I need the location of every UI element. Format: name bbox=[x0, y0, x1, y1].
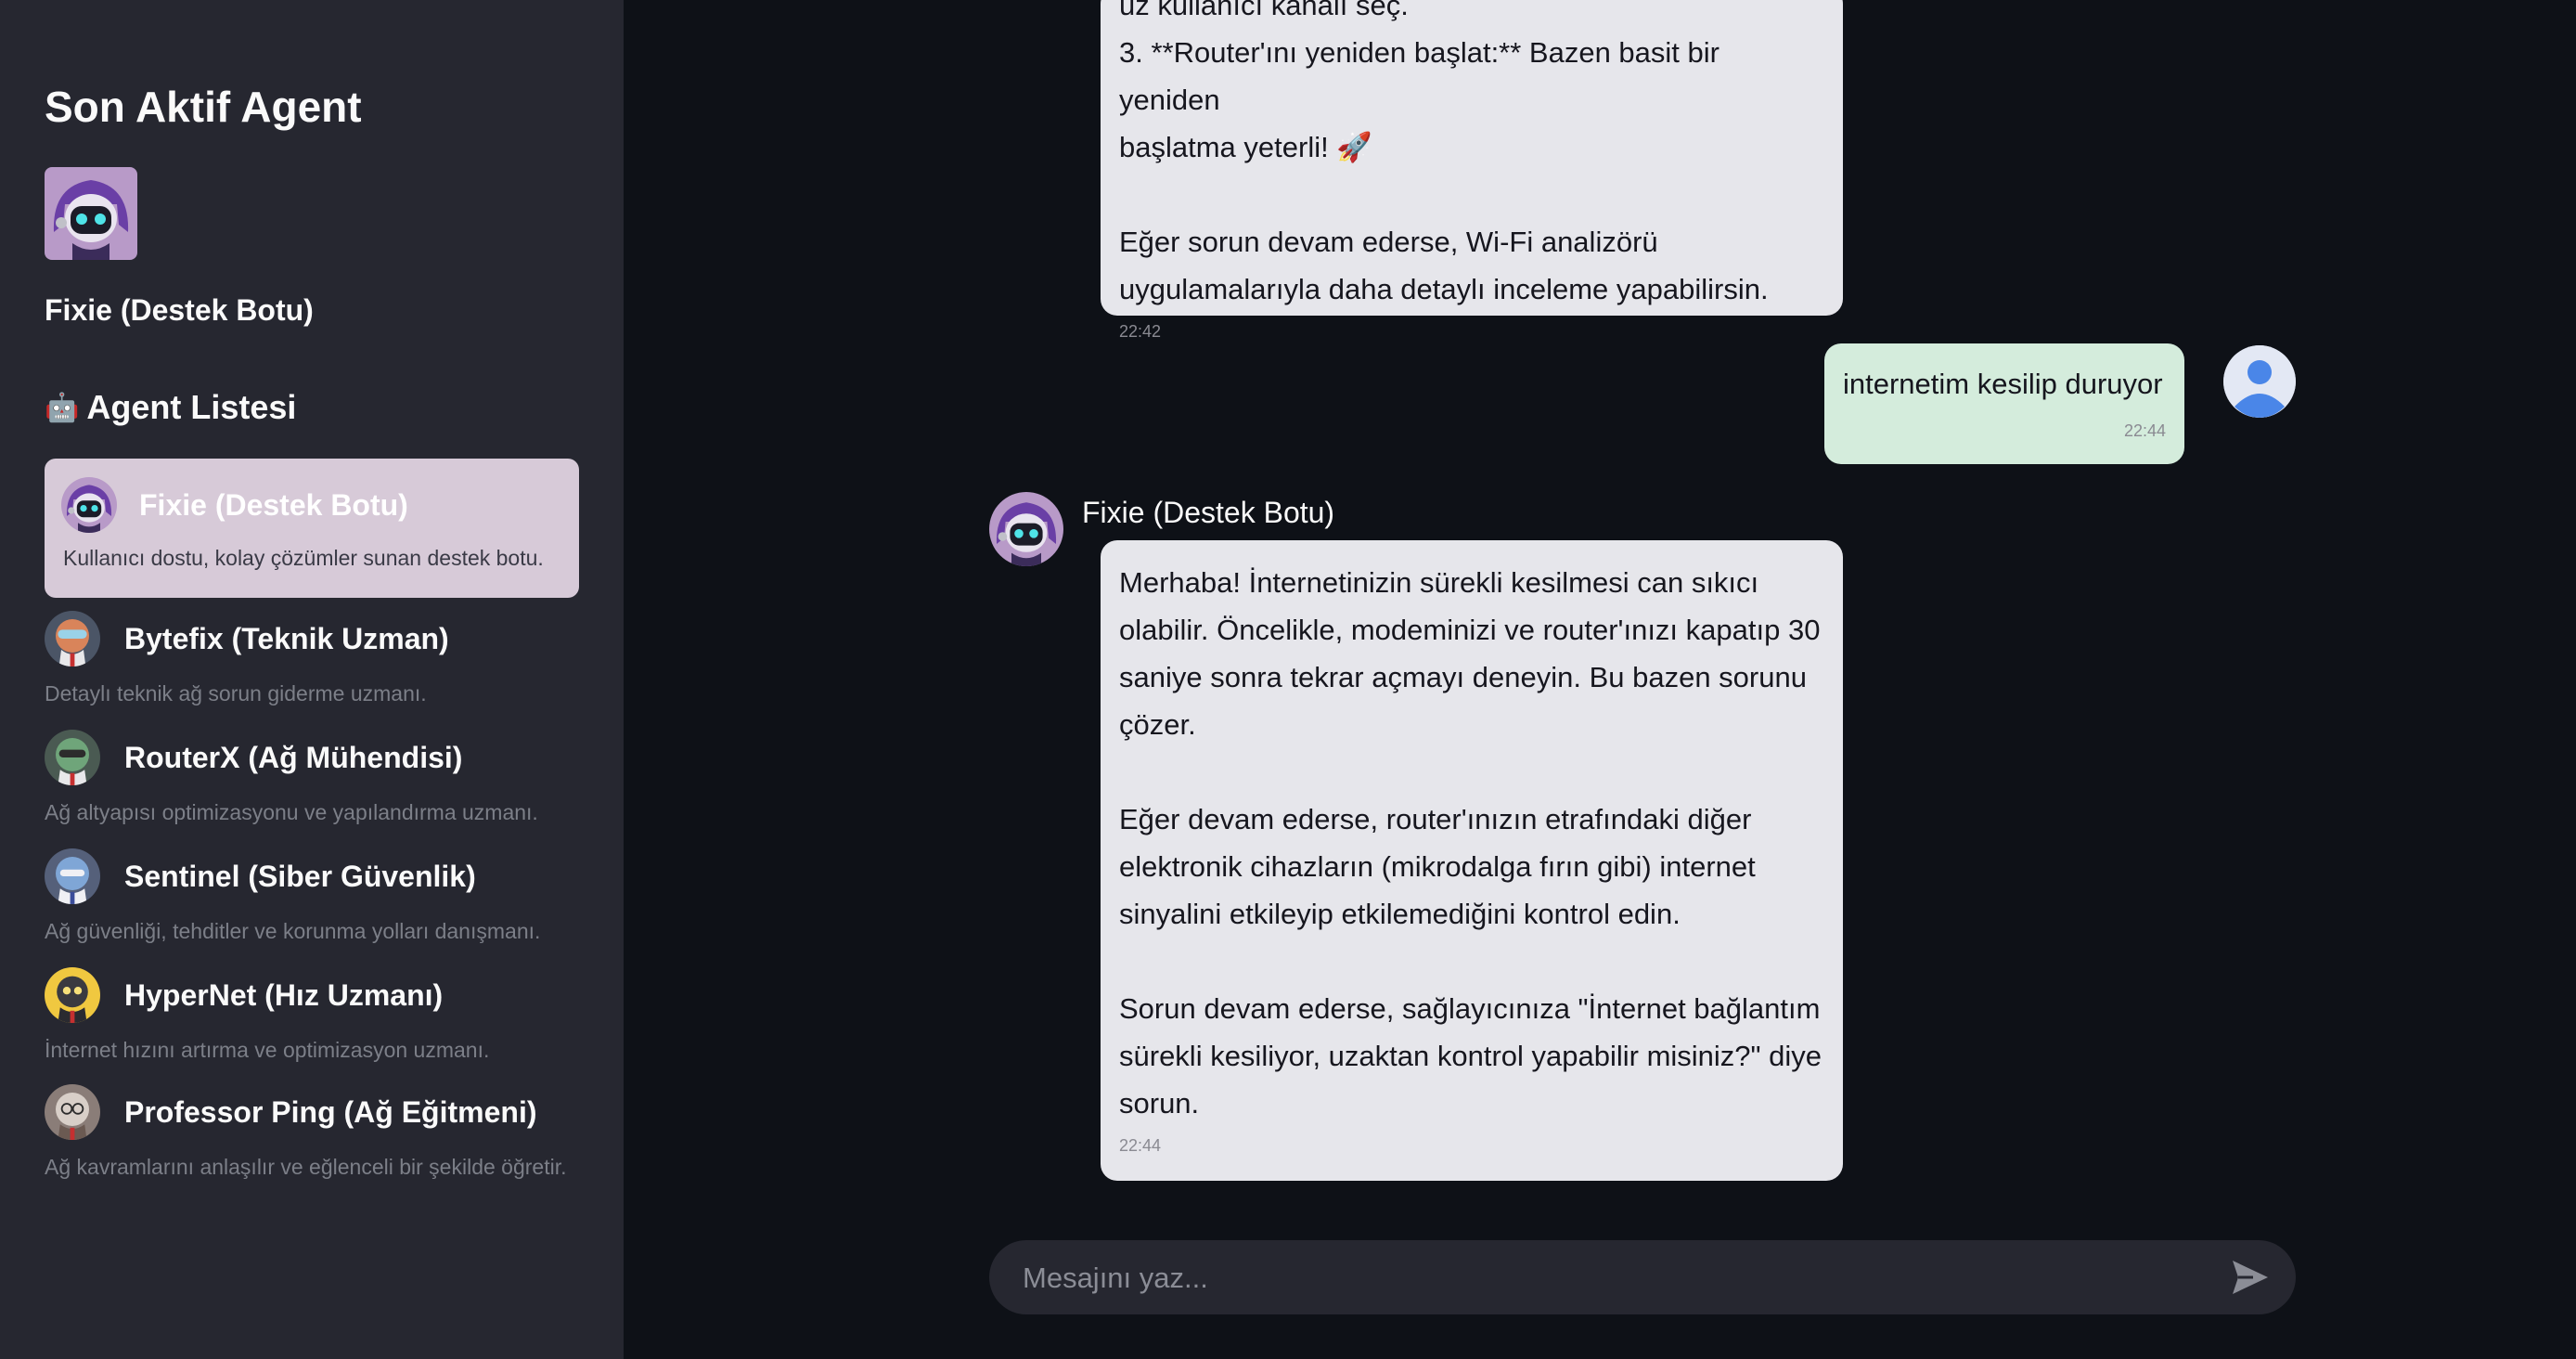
user-message: internetim kesilip duruyor 22:44 bbox=[1824, 343, 2184, 464]
message-input[interactable] bbox=[1021, 1253, 2194, 1303]
message-line: Eğer sorun devam ederse, Wi-Fi analizörü bbox=[1119, 226, 1658, 258]
active-agent-name: Fixie (Destek Botu) bbox=[45, 293, 314, 327]
message-line: başlatma yeterli! 🚀 bbox=[1119, 131, 1372, 163]
bytefix-avatar-icon bbox=[45, 611, 100, 667]
send-icon[interactable] bbox=[2231, 1259, 2270, 1296]
agent-list-title-text: Agent Listesi bbox=[86, 388, 297, 426]
message-line: çözer. bbox=[1119, 708, 1196, 741]
sentinel-avatar-icon bbox=[45, 848, 100, 904]
message-line: Merhaba! İnternetinizin sürekli kesilmes… bbox=[1119, 566, 1759, 599]
hypernet-avatar-icon bbox=[45, 967, 100, 1023]
message-line: elektronik cihazların (mikrodalga fırın … bbox=[1119, 850, 1756, 883]
user-message-text: internetim kesilip duruyor bbox=[1843, 368, 2163, 400]
chat-input-bar bbox=[989, 1240, 2296, 1314]
agent-desc: Kullanıcı dostu, kolay çözümler sunan de… bbox=[63, 546, 544, 570]
bot-message: Merhaba! İnternetinizin sürekli kesilmes… bbox=[1101, 540, 1843, 1181]
message-line: uygulamalarıyla daha detaylı inceleme ya… bbox=[1119, 273, 1769, 305]
sidebar: Son Aktif Agent Fixie (Destek Botu) 🤖 Ag… bbox=[0, 0, 624, 1359]
message-line: sürekli kesiliyor, uzaktan kontrol yapab… bbox=[1119, 1040, 1823, 1072]
agent-desc: Detaylı teknik ağ sorun giderme uzmanı. bbox=[45, 681, 427, 705]
message-line: 3. **Router'ını yeniden başlat:** Bazen … bbox=[1119, 36, 1719, 116]
agent-item-fixie[interactable]: Fixie (Destek Botu) Kullanıcı dostu, kol… bbox=[45, 459, 579, 598]
agent-name: Fixie (Destek Botu) bbox=[139, 487, 408, 522]
professor-ping-avatar-icon bbox=[45, 1084, 100, 1140]
agent-desc: Ağ altyapısı optimizasyonu ve yapılandır… bbox=[45, 800, 538, 824]
bot-avatar-icon bbox=[989, 492, 1063, 566]
active-agent-avatar bbox=[45, 167, 137, 260]
message-line: sinyalini etkileyip etkilemediğini kontr… bbox=[1119, 898, 1681, 930]
message-line: Sorun devam ederse, sağlayıcınıza "İnter… bbox=[1119, 992, 1821, 1025]
fixie-avatar-icon bbox=[61, 477, 117, 533]
agent-desc: Ağ güvenliği, tehditler ve korunma yolla… bbox=[45, 919, 541, 943]
message-line: saniye sonra tekrar açmayı deneyin. Bu b… bbox=[1119, 661, 1807, 693]
agent-name: RouterX (Ağ Mühendisi) bbox=[124, 740, 463, 774]
message-time: 22:44 bbox=[1119, 1136, 1162, 1155]
message-time: 22:42 bbox=[1119, 322, 1162, 341]
agent-desc: İnternet hızını artırma ve optimizasyon … bbox=[45, 1038, 490, 1062]
message-time: 22:44 bbox=[2123, 421, 2166, 440]
message-line: sorun. bbox=[1119, 1087, 1200, 1120]
message-line: olabilir. Öncelikle, modeminizi ve route… bbox=[1119, 614, 1821, 646]
sidebar-title: Son Aktif Agent bbox=[45, 83, 362, 131]
agent-name: Professor Ping (Ağ Eğitmeni) bbox=[124, 1094, 537, 1129]
message-line: Eğer devam ederse, router'ınızın etrafın… bbox=[1119, 803, 1752, 835]
robot-icon: 🤖 bbox=[45, 392, 80, 423]
agent-name: Sentinel (Siber Güvenlik) bbox=[124, 859, 476, 893]
bot-message: uz kullanıcı kanalı seç. 3. **Router'ını… bbox=[1101, 0, 1843, 341]
user-icon bbox=[2223, 345, 2296, 418]
message-line: uz kullanıcı kanalı seç. bbox=[1119, 0, 1409, 21]
bot-name: Fixie (Destek Botu) bbox=[1082, 496, 1335, 529]
agent-name: HyperNet (Hız Uzmanı) bbox=[124, 977, 444, 1012]
agent-list-title: 🤖 Agent Listesi bbox=[45, 388, 296, 427]
agent-desc: Ağ kavramlarını anlaşılır ve eğlenceli b… bbox=[45, 1155, 567, 1179]
agent-name: Bytefix (Teknik Uzman) bbox=[124, 621, 449, 655]
routerx-avatar-icon bbox=[45, 730, 100, 785]
